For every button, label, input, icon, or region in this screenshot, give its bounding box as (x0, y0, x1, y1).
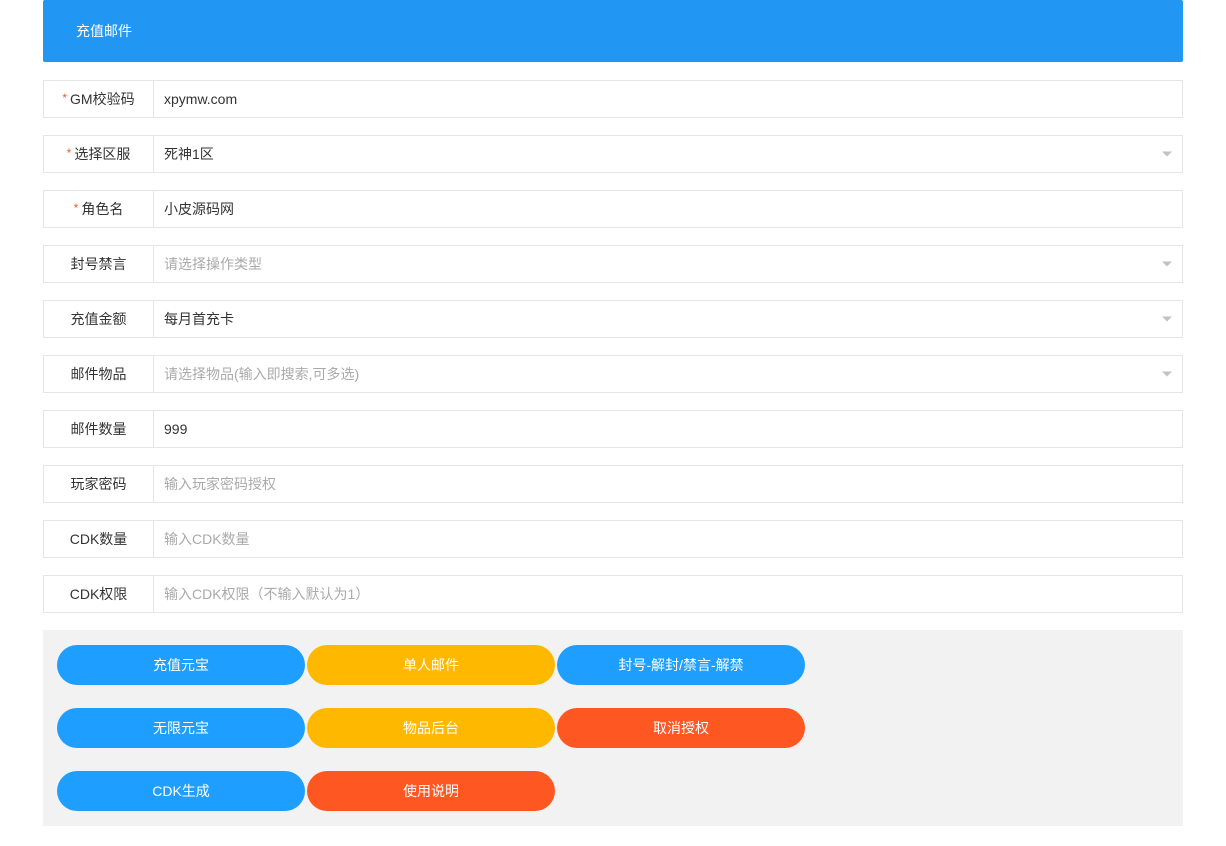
header-banner: 充值邮件 (43, 0, 1183, 62)
label-gm-code: * GM校验码 (43, 80, 153, 118)
input-count[interactable] (153, 410, 1183, 448)
chevron-down-icon (1162, 317, 1172, 322)
label-role-text: 角色名 (81, 199, 123, 219)
field-cdk-perm: CDK权限 (43, 575, 1183, 613)
field-password: 玩家密码 (43, 465, 1183, 503)
input-role[interactable] (153, 190, 1183, 228)
label-gm-code-text: GM校验码 (70, 89, 135, 109)
input-cdk-num[interactable] (153, 520, 1183, 558)
input-password[interactable] (153, 465, 1183, 503)
field-recharge: 充值金额 每月首充卡 (43, 300, 1183, 338)
label-cdk-num-text: CDK数量 (70, 529, 128, 549)
label-ban-text: 封号禁言 (71, 254, 127, 274)
select-recharge-value: 每月首充卡 (164, 309, 234, 329)
button-section: 充值元宝 单人邮件 封号-解封/禁言-解禁 无限元宝 物品后台 取消授权 CDK… (43, 630, 1183, 826)
label-cdk-perm: CDK权限 (43, 575, 153, 613)
label-items-text: 邮件物品 (71, 364, 127, 384)
chevron-down-icon (1162, 262, 1172, 267)
page-container: 充值邮件 * GM校验码 * 选择区服 死神1区 * 角色名 封号禁言 请选择操… (43, 0, 1183, 846)
input-gm-code[interactable] (153, 80, 1183, 118)
label-items: 邮件物品 (43, 355, 153, 393)
unlimited-yuanbao-button[interactable]: 无限元宝 (57, 708, 305, 748)
label-password-text: 玩家密码 (71, 474, 127, 494)
usage-instructions-button[interactable]: 使用说明 (307, 771, 555, 811)
label-zone: * 选择区服 (43, 135, 153, 173)
field-items: 邮件物品 请选择物品(输入即搜索,可多选) (43, 355, 1183, 393)
field-role: * 角色名 (43, 190, 1183, 228)
select-zone-value: 死神1区 (164, 144, 214, 164)
label-ban: 封号禁言 (43, 245, 153, 283)
chevron-down-icon (1162, 372, 1172, 377)
select-ban-placeholder: 请选择操作类型 (164, 254, 262, 274)
field-cdk-num: CDK数量 (43, 520, 1183, 558)
chevron-down-icon (1162, 152, 1172, 157)
label-password: 玩家密码 (43, 465, 153, 503)
label-recharge: 充值金额 (43, 300, 153, 338)
field-gm-code: * GM校验码 (43, 80, 1183, 118)
label-role: * 角色名 (43, 190, 153, 228)
cancel-auth-button[interactable]: 取消授权 (557, 708, 805, 748)
select-recharge[interactable]: 每月首充卡 (153, 300, 1183, 338)
select-items-placeholder: 请选择物品(输入即搜索,可多选) (164, 364, 359, 384)
select-items[interactable]: 请选择物品(输入即搜索,可多选) (153, 355, 1183, 393)
recharge-yuanbao-button[interactable]: 充值元宝 (57, 645, 305, 685)
single-mail-button[interactable]: 单人邮件 (307, 645, 555, 685)
header-title: 充值邮件 (76, 21, 132, 41)
label-count-text: 邮件数量 (71, 419, 127, 439)
item-backstage-button[interactable]: 物品后台 (307, 708, 555, 748)
label-recharge-text: 充值金额 (71, 309, 127, 329)
required-mark: * (74, 201, 79, 215)
required-mark: * (67, 146, 72, 160)
ban-manage-button[interactable]: 封号-解封/禁言-解禁 (557, 645, 805, 685)
cdk-generate-button[interactable]: CDK生成 (57, 771, 305, 811)
required-mark: * (62, 91, 67, 105)
field-count: 邮件数量 (43, 410, 1183, 448)
label-zone-text: 选择区服 (74, 144, 130, 164)
field-ban: 封号禁言 请选择操作类型 (43, 245, 1183, 283)
field-zone: * 选择区服 死神1区 (43, 135, 1183, 173)
select-ban[interactable]: 请选择操作类型 (153, 245, 1183, 283)
label-cdk-perm-text: CDK权限 (70, 584, 128, 604)
label-count: 邮件数量 (43, 410, 153, 448)
label-cdk-num: CDK数量 (43, 520, 153, 558)
select-zone[interactable]: 死神1区 (153, 135, 1183, 173)
input-cdk-perm[interactable] (153, 575, 1183, 613)
